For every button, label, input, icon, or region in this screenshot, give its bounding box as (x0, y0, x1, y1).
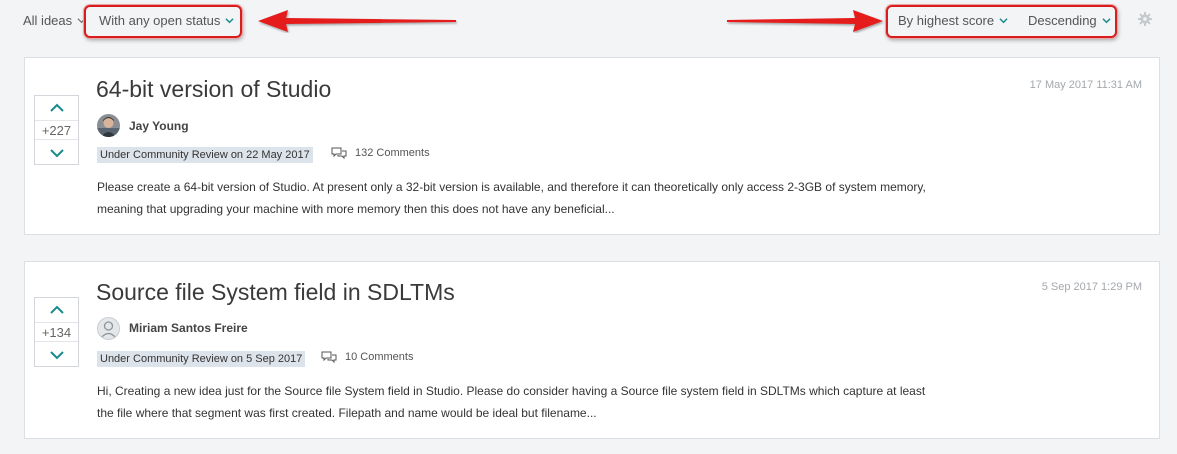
status-filter-dropdown[interactable]: With any open status (99, 13, 235, 28)
filter-bar: All ideas With any open status By highes… (0, 0, 1177, 44)
idea-title[interactable]: Source file System field in SDLTMs (96, 279, 455, 306)
chevron-up-icon (49, 103, 64, 112)
downvote-button[interactable] (35, 143, 78, 163)
author-name[interactable]: Jay Young (129, 119, 189, 133)
vote-score: +227 (35, 120, 78, 140)
comments-icon (321, 351, 337, 363)
all-ideas-dropdown[interactable]: All ideas (23, 13, 86, 28)
description-line: the file where that segment was first cr… (97, 406, 597, 420)
vote-widget: +227 (34, 95, 79, 165)
chevron-down-icon (49, 350, 64, 359)
idea-card: +134 Source file System field in SDLTMs … (24, 261, 1160, 439)
idea-date: 17 May 2017 11:31 AM (1029, 79, 1142, 91)
comments-icon (331, 147, 347, 159)
left-arrow-icon (258, 10, 456, 32)
chevron-down-icon (225, 16, 235, 25)
author-name[interactable]: Miriam Santos Freire (129, 321, 248, 335)
description-line: meaning that upgrading your machine with… (97, 202, 615, 216)
chevron-up-icon (49, 305, 64, 314)
status-badge: Under Community Review on 5 Sep 2017 (97, 351, 306, 367)
sort-by-label: By highest score (898, 13, 995, 28)
description-line: Please create a 64-bit version of Studio… (97, 180, 926, 194)
idea-title[interactable]: 64-bit version of Studio (96, 76, 331, 103)
user-placeholder-icon (100, 321, 117, 339)
vote-score: +134 (35, 322, 78, 342)
status-badge: Under Community Review on 22 May 2017 (97, 147, 313, 163)
idea-card: +227 64-bit version of Studio 17 May 201… (24, 57, 1160, 235)
idea-description: Please create a 64-bit version of Studio… (97, 176, 997, 220)
gear-icon[interactable] (1137, 11, 1153, 27)
avatar[interactable] (97, 114, 120, 137)
idea-description: Hi, Creating a new idea just for the Sou… (97, 380, 997, 424)
sort-by-dropdown[interactable]: By highest score (898, 13, 1008, 28)
status-filter-label: With any open status (99, 13, 221, 28)
order-label: Descending (1028, 13, 1097, 28)
upvote-button[interactable] (35, 299, 78, 319)
right-arrow-icon (727, 10, 883, 32)
chevron-down-icon (49, 148, 64, 157)
description-line: Hi, Creating a new idea just for the Sou… (97, 384, 926, 398)
vote-widget: +134 (34, 297, 79, 367)
idea-date: 5 Sep 2017 1:29 PM (1041, 281, 1142, 293)
upvote-button[interactable] (35, 97, 78, 117)
all-ideas-label: All ideas (23, 13, 73, 28)
downvote-button[interactable] (35, 345, 78, 365)
comments-count: 132 Comments (355, 147, 430, 159)
comments-link[interactable]: 132 Comments (331, 147, 430, 159)
chevron-down-icon (999, 16, 1008, 25)
order-dropdown[interactable]: Descending (1028, 13, 1111, 28)
avatar[interactable] (97, 317, 120, 340)
comments-count: 10 Comments (345, 351, 414, 363)
chevron-down-icon (1102, 16, 1111, 25)
comments-link[interactable]: 10 Comments (321, 351, 413, 363)
